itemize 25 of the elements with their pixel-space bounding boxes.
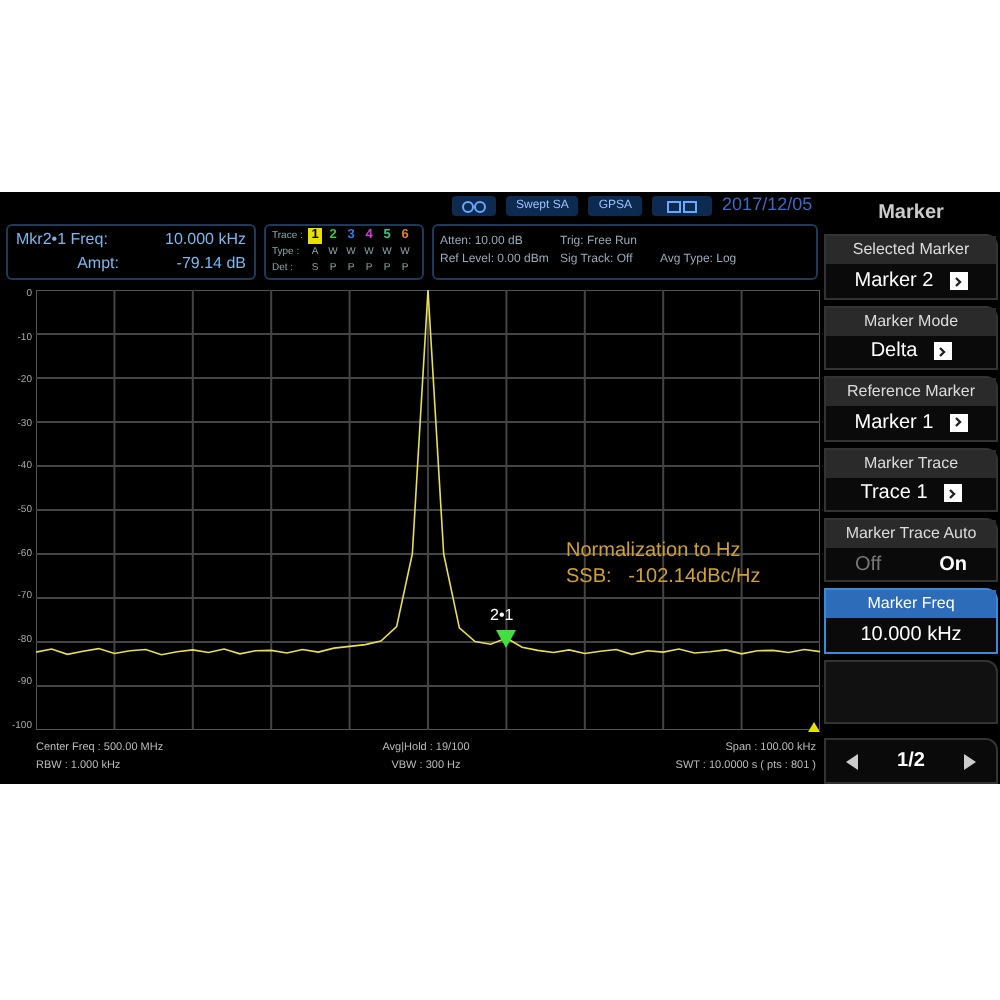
chevron-right-icon bbox=[943, 484, 962, 503]
marker-triangle-icon[interactable] bbox=[496, 630, 516, 648]
softkey[interactable]: Marker Trace Auto Off On bbox=[824, 517, 998, 583]
readout-label: Ampt: bbox=[75, 252, 121, 276]
left-arrow-icon[interactable] bbox=[845, 753, 858, 770]
right-arrow-icon[interactable] bbox=[964, 753, 977, 770]
chevron-right-icon bbox=[949, 413, 968, 432]
readout-value: -79.14 dB bbox=[174, 252, 246, 276]
pager-button[interactable]: 1/2 bbox=[824, 738, 998, 784]
annotation-text: Normalization to Hz bbox=[566, 538, 743, 564]
softkey[interactable]: Reference Marker Marker 1 bbox=[824, 376, 998, 442]
menu-title: Marker bbox=[878, 200, 944, 229]
softkey[interactable]: Marker Trace Trace 1 bbox=[824, 447, 998, 512]
softkey[interactable]: Selected Marker Marker 2 bbox=[824, 234, 998, 300]
readout-label: Mkr2•1 Freq: bbox=[16, 228, 110, 252]
window-icon[interactable] bbox=[652, 196, 713, 216]
span-marker-icon bbox=[808, 722, 820, 732]
marker-label: 2•1 bbox=[490, 606, 514, 626]
chevron-right-icon bbox=[949, 272, 968, 291]
readout-value: 10.000 kHz bbox=[163, 228, 246, 252]
date-text: 2017/12/05 bbox=[722, 194, 813, 216]
annotation-text: SSB: -102.14dBc/Hz bbox=[566, 564, 761, 590]
chevron-right-icon bbox=[933, 342, 952, 361]
softkey[interactable]: Marker Freq 10.000 kHz bbox=[824, 588, 998, 654]
softkey[interactable]: Marker Mode Delta bbox=[824, 305, 998, 371]
